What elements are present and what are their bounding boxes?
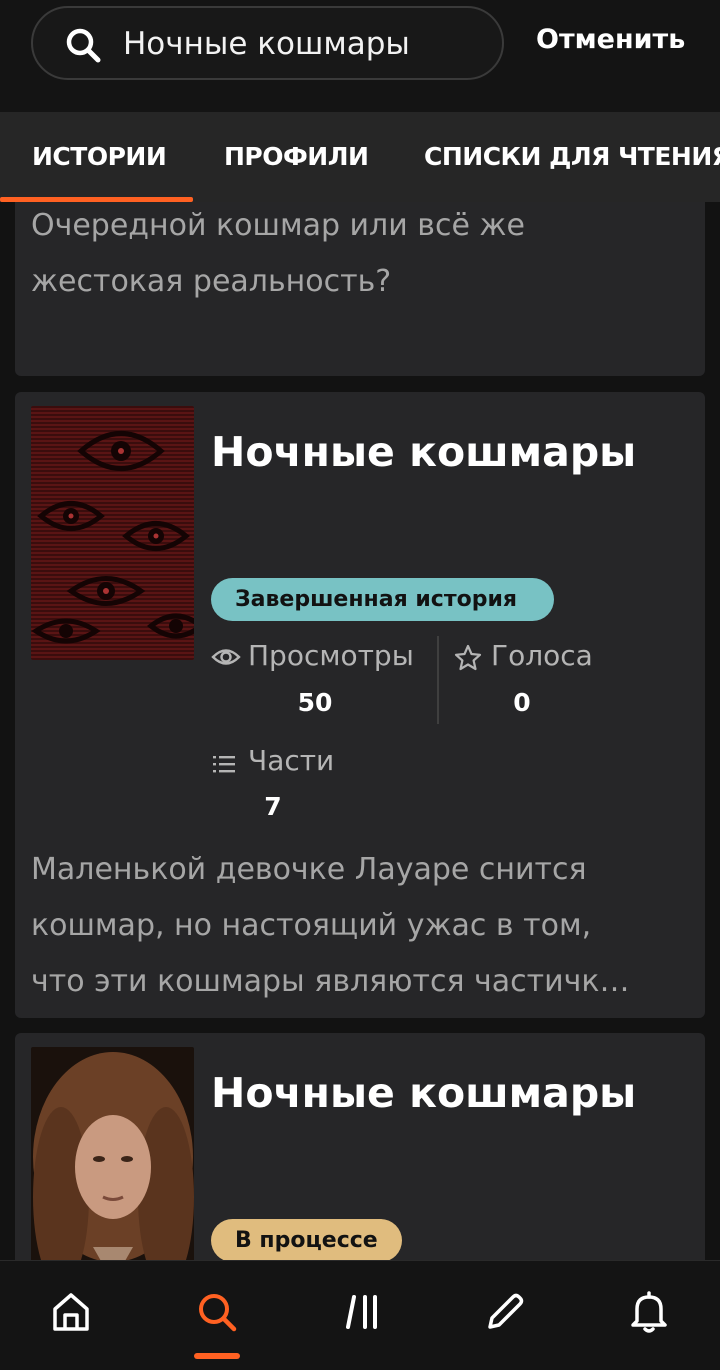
story-title[interactable]: Ночные кошмары — [211, 428, 636, 476]
bottom-nav — [0, 1260, 720, 1370]
story-description: Очередной кошмар или всё же жестокая реа… — [31, 208, 525, 299]
parts-label: Части — [248, 744, 335, 777]
cancel-button[interactable]: Отменить — [536, 24, 685, 55]
eye-icon — [211, 649, 241, 665]
views-value: 50 — [297, 688, 333, 717]
top-bar: Ночные кошмары Отменить — [0, 0, 720, 112]
votes-value: 0 — [513, 688, 531, 717]
tab-reading-lists[interactable]: СПИСКИ ДЛЯ ЧТЕНИЯ — [424, 142, 720, 171]
results-list[interactable]: Очередной кошмар или всё же жестокая реа… — [0, 202, 720, 1260]
tab-stories[interactable]: ИСТОРИИ — [32, 142, 167, 171]
library-icon[interactable] — [340, 1289, 386, 1335]
story-card[interactable]: Ночные кошмары Завершенная история Просм… — [15, 392, 705, 1018]
star-icon — [454, 644, 482, 671]
search-input[interactable]: Ночные кошмары — [31, 6, 504, 80]
home-icon[interactable] — [48, 1289, 94, 1335]
active-nav-indicator — [194, 1353, 240, 1359]
story-card[interactable]: Очередной кошмар или всё же жестокая реа… — [15, 202, 705, 376]
search-query: Ночные кошмары — [123, 26, 410, 62]
story-description: Маленькой девочке Лауаре снится кошмар, … — [31, 852, 630, 999]
bell-icon[interactable] — [626, 1289, 672, 1335]
tab-bar: ИСТОРИИ ПРОФИЛИ СПИСКИ ДЛЯ ЧТЕНИЯ — [0, 112, 720, 202]
story-title[interactable]: Ночные кошмары — [211, 1069, 636, 1117]
views-label: Просмотры — [248, 639, 414, 672]
story-cover[interactable] — [31, 1047, 194, 1260]
tab-profiles[interactable]: ПРОФИЛИ — [224, 142, 369, 171]
list-icon — [213, 756, 235, 773]
search-icon[interactable] — [194, 1289, 240, 1335]
eyes-cover-image — [31, 406, 194, 660]
status-badge: В процессе — [211, 1219, 402, 1260]
stat-divider — [437, 636, 439, 724]
search-icon — [66, 28, 101, 63]
story-cover[interactable] — [31, 406, 194, 660]
parts-value: 7 — [264, 792, 282, 821]
status-badge: Завершенная история — [211, 578, 554, 621]
story-card[interactable]: Ночные кошмары В процессе — [15, 1033, 705, 1260]
pencil-icon[interactable] — [482, 1289, 528, 1335]
portrait-cover-image — [31, 1047, 194, 1260]
votes-label: Голоса — [491, 639, 593, 672]
